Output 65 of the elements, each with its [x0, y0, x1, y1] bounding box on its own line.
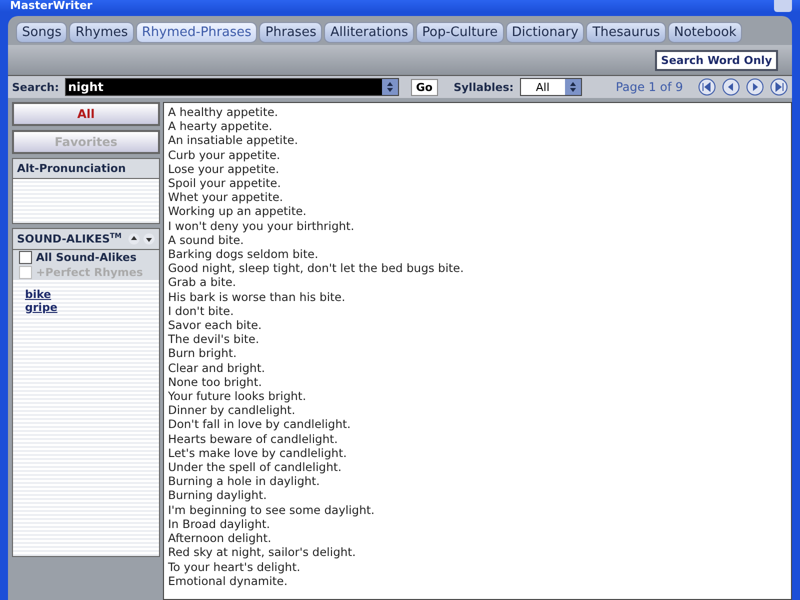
tab[interactable]: Songs	[16, 22, 68, 43]
tab[interactable]: Rhymed-Phrases	[136, 22, 258, 43]
tab[interactable]: Thesaurus	[586, 22, 666, 43]
word-link[interactable]: gripe	[25, 300, 58, 314]
phrase-item[interactable]: Good night, sleep tight, don't let the bed bugs bite.	[168, 261, 464, 276]
phrase-item[interactable]: I'm beginning to see some daylight.	[168, 502, 375, 517]
phrase-item[interactable]: Burn bright.	[168, 346, 237, 361]
window-title: MasterWriter	[10, 0, 92, 12]
phrase-item[interactable]: Red sky at night, sailor's delight.	[168, 545, 356, 560]
phrase-item[interactable]: A healthy appetite.	[168, 105, 278, 120]
phrase-item[interactable]: Barking dogs seldom bite.	[168, 247, 318, 262]
phrase-item[interactable]: Hearts beware of candlelight.	[168, 432, 338, 446]
phrase-item[interactable]: Dinner by candlelight.	[168, 403, 296, 418]
syllables-dropdown[interactable]: All	[520, 78, 582, 96]
last-page-icon[interactable]	[770, 78, 788, 96]
search-word-only-button[interactable]: Search Word Only	[655, 50, 778, 70]
phrase-item[interactable]: Whet your appetite.	[168, 190, 284, 204]
phrase-item[interactable]: Working up an appetite.	[168, 204, 306, 219]
phrase-item[interactable]: None too bright.	[168, 374, 262, 390]
phrase-item[interactable]: Lose your appetite.	[168, 162, 280, 176]
page-indicator: Page 1 of 9	[616, 80, 684, 94]
phrase-item[interactable]: Emotional dynamite.	[168, 574, 288, 588]
phrase-item[interactable]: Afternoon delight.	[168, 531, 272, 546]
phrase-item[interactable]: Savor each bite.	[168, 318, 262, 332]
syllables-label: Syllables:	[454, 80, 514, 94]
go-button[interactable]: Go	[410, 78, 438, 96]
tab[interactable]: Rhymes	[69, 22, 134, 43]
phrase-item[interactable]: Under the spell of candlelight.	[168, 460, 342, 474]
phrase-item[interactable]: A hearty appetite.	[168, 119, 272, 134]
phrase-item[interactable]: His bark is worse than his bite.	[168, 290, 346, 304]
checkbox[interactable]	[19, 250, 32, 264]
word-link[interactable]: bike	[25, 288, 52, 301]
phrase-item[interactable]: Curb your appetite.	[168, 148, 280, 162]
phrase-item[interactable]: Let's make love by candlelight.	[168, 446, 347, 460]
first-page-icon[interactable]	[698, 78, 716, 96]
panel-title: SOUND-ALIKES$^{TM}$	[17, 232, 122, 246]
phrase-item[interactable]: To your heart's delight.	[168, 560, 300, 574]
phrase-item[interactable]: The devil's bite.	[168, 332, 260, 346]
phrase-item[interactable]: Burning daylight.	[168, 488, 267, 503]
phrase-item[interactable]: I don't bite.	[168, 304, 234, 318]
spinner-icon[interactable]	[564, 79, 581, 95]
phrase-item[interactable]: A sound bite.	[168, 232, 244, 248]
phrase-item[interactable]: Grab a bite.	[168, 275, 236, 290]
filter-button[interactable]: All	[12, 102, 160, 126]
checkbox-label: All Sound-Alikes	[36, 250, 137, 264]
phrase-item[interactable]: Burning a hole in daylight.	[168, 474, 320, 488]
phrase-item[interactable]: I won't deny you your birthright.	[168, 218, 354, 233]
phrase-item[interactable]: Clear and bright.	[168, 360, 265, 375]
tab[interactable]: Dictionary	[506, 22, 584, 43]
phrase-item[interactable]: Your future looks bright.	[168, 389, 306, 404]
tab[interactable]: Pop-Culture	[416, 22, 504, 43]
phrase-item[interactable]: Spoil your appetite.	[168, 176, 281, 190]
search-field[interactable]: night	[64, 78, 399, 96]
tab[interactable]: Alliterations	[324, 22, 414, 43]
phrase-item[interactable]: An insatiable appetite.	[168, 133, 298, 148]
tab[interactable]: Notebook	[668, 22, 742, 43]
next-page-icon[interactable]	[746, 78, 764, 96]
tab[interactable]: Phrases	[259, 22, 322, 43]
previous-page-icon[interactable]	[722, 78, 740, 96]
panel-title: Alt-Pronunciation	[17, 162, 126, 175]
checkbox-label: +Perfect Rhymes	[36, 266, 143, 279]
spinner-icon[interactable]	[382, 79, 398, 95]
search-label: Search:	[12, 80, 59, 94]
phrase-item[interactable]: In Broad daylight.	[168, 516, 270, 532]
phrase-item[interactable]: Don't fall in love by candlelight.	[168, 417, 351, 432]
